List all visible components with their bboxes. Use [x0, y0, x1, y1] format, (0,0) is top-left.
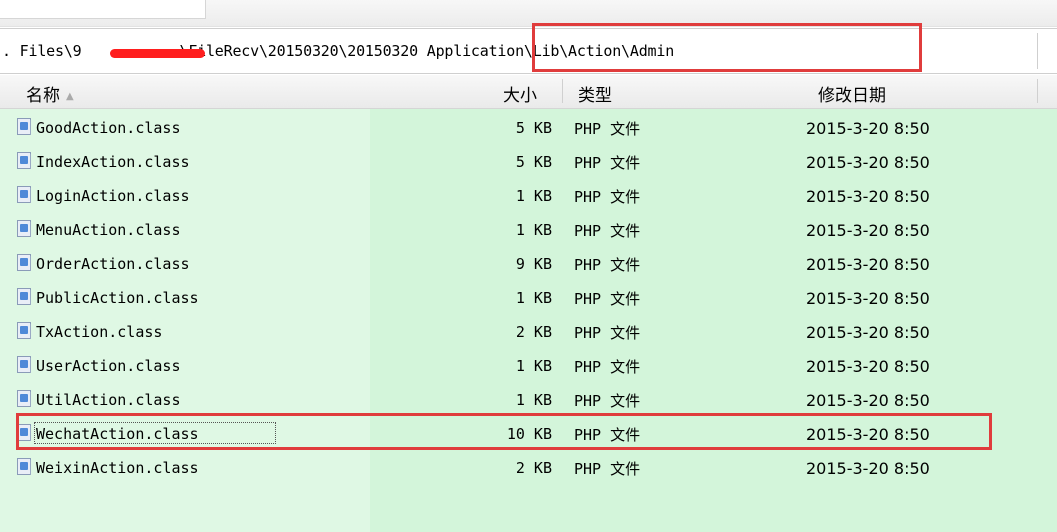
file-type: PHP 文件 — [574, 426, 641, 444]
file-type: PHP 文件 — [574, 120, 641, 138]
file-row[interactable]: OrderAction.class 9 KB PHP 文件 2015-3-20 8:5… — [0, 247, 1057, 280]
file-type: PHP 文件 — [574, 358, 641, 376]
file-modified-date: 2015-3-20 8:50 — [806, 425, 930, 444]
file-size: 9 KB — [515, 255, 552, 273]
toolbar-button[interactable] — [0, 0, 206, 19]
php-file-icon — [17, 322, 31, 339]
file-type: PHP 文件 — [574, 290, 641, 308]
file-name: GoodAction.class — [36, 119, 181, 137]
file-size: 5 KB — [515, 119, 552, 137]
php-file-icon — [17, 288, 31, 305]
php-file-icon — [17, 220, 31, 237]
file-row[interactable]: UtilAction.class 1 KB PHP 文件 2015-3-20 8:50 — [0, 383, 1057, 416]
file-row[interactable]: UserAction.class 1 KB PHP 文件 2015-3-20 8:50 — [0, 349, 1057, 382]
address-path-middle: \FileRecv\20150320\20150320 — [179, 42, 418, 60]
file-size: 1 KB — [515, 391, 552, 409]
file-modified-date: 2015-3-20 8:50 — [806, 187, 930, 206]
file-modified-date: 2015-3-20 8:50 — [806, 459, 930, 478]
php-file-icon — [17, 152, 31, 169]
file-row[interactable]: LoginAction.class 1 KB PHP 文件 2015-3-20 8:5… — [0, 179, 1057, 212]
file-size: 5 KB — [515, 153, 552, 171]
file-type: PHP 文件 — [574, 324, 641, 342]
file-modified-date: 2015-3-20 8:50 — [806, 221, 930, 240]
file-name: IndexAction.class — [36, 153, 190, 171]
file-size: 2 KB — [515, 459, 552, 477]
file-name: OrderAction.class — [36, 255, 190, 273]
file-row[interactable]: GoodAction.class 5 KB PHP 文件 2015-3-20 8:50 — [0, 111, 1057, 144]
column-divider — [1037, 79, 1038, 103]
file-name: TxAction.class — [36, 323, 163, 341]
file-name: WeixinAction.class — [36, 459, 199, 477]
php-file-icon — [17, 390, 31, 407]
file-row[interactable]: TxAction.class 2 KB PHP 文件 2015-3-20 8:50 — [0, 315, 1057, 348]
file-name: UserAction.class — [36, 357, 181, 375]
php-file-icon — [17, 118, 31, 135]
column-header-type[interactable]: 类型 — [578, 81, 612, 106]
file-modified-date: 2015-3-20 8:50 — [806, 153, 930, 172]
file-type: PHP 文件 — [574, 460, 641, 478]
file-size: 1 KB — [515, 357, 552, 375]
file-modified-date: 2015-3-20 8:50 — [806, 255, 930, 274]
file-name: WechatAction.class — [36, 425, 199, 443]
file-name: MenuAction.class — [36, 221, 181, 239]
php-file-icon — [17, 254, 31, 271]
address-divider — [1037, 33, 1038, 69]
file-row[interactable]: PublicAction.class 1 KB PHP 文件 2015-3-20 8:… — [0, 281, 1057, 314]
file-type: PHP 文件 — [574, 154, 641, 172]
column-header-row: 名称 ▲ 大小 类型 修改日期 — [0, 75, 1057, 109]
path-highlight-box — [532, 23, 922, 72]
file-row[interactable]: IndexAction.class 5 KB PHP 文件 2015-3-20 8:5… — [0, 145, 1057, 178]
php-file-icon — [17, 186, 31, 203]
file-type: PHP 文件 — [574, 222, 641, 240]
file-type: PHP 文件 — [574, 392, 641, 410]
file-modified-date: 2015-3-20 8:50 — [806, 323, 930, 342]
file-size: 2 KB — [515, 323, 552, 341]
file-name: LoginAction.class — [36, 187, 190, 205]
php-file-icon — [17, 424, 31, 441]
address-path-prefix: . Files\9 — [2, 42, 82, 60]
file-name: UtilAction.class — [36, 391, 181, 409]
php-file-icon — [17, 458, 31, 475]
column-divider — [562, 79, 563, 103]
file-size: 10 KB — [506, 425, 552, 443]
file-size: 1 KB — [515, 187, 552, 205]
file-size: 1 KB — [515, 289, 552, 307]
file-type: PHP 文件 — [574, 188, 641, 206]
php-file-icon — [17, 356, 31, 373]
redaction-mark — [110, 49, 205, 58]
file-row[interactable]: WechatAction.class 10 KB PHP 文件 2015-3-20 8… — [0, 417, 1057, 450]
column-header-size[interactable]: 大小 — [503, 81, 537, 106]
file-size: 1 KB — [515, 221, 552, 239]
file-row[interactable]: MenuAction.class 1 KB PHP 文件 2015-3-20 8:50 — [0, 213, 1057, 246]
file-row[interactable]: WeixinAction.class 2 KB PHP 文件 2015-3-20 8:… — [0, 451, 1057, 484]
file-modified-date: 2015-3-20 8:50 — [806, 119, 930, 138]
column-header-date[interactable]: 修改日期 — [818, 81, 886, 106]
file-modified-date: 2015-3-20 8:50 — [806, 289, 930, 308]
sort-ascending-icon: ▲ — [66, 90, 74, 102]
file-modified-date: 2015-3-20 8:50 — [806, 357, 930, 376]
column-header-name-label: 名称 — [26, 86, 60, 106]
file-type: PHP 文件 — [574, 256, 641, 274]
file-modified-date: 2015-3-20 8:50 — [806, 391, 930, 410]
column-header-name[interactable]: 名称 ▲ — [26, 81, 74, 106]
file-name: PublicAction.class — [36, 289, 199, 307]
